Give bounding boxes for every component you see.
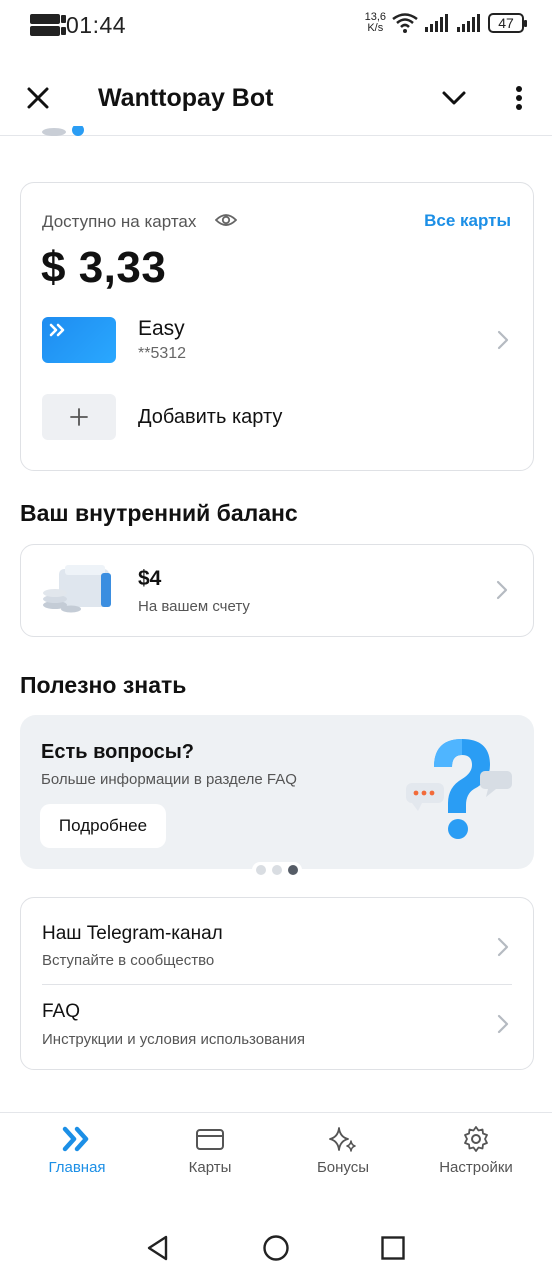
more-vertical-icon[interactable] (506, 82, 532, 114)
gear-icon (464, 1126, 488, 1152)
signal-icon-1 (425, 14, 448, 32)
banner-subtitle: Больше информации в разделе FAQ (41, 771, 297, 788)
cards-panel: Доступно на картах Все карты $ 3,33 Easy… (20, 182, 534, 471)
system-nav-bar (0, 1216, 552, 1280)
card-item-easy[interactable]: Easy **5312 (42, 317, 512, 365)
question-mark-icon (406, 739, 512, 839)
card-brand-chevrons-icon (49, 323, 65, 337)
internal-balance-title: Ваш внутренний баланс (20, 500, 298, 526)
net-speed-unit: K/s (367, 22, 384, 34)
link-title: Наш Telegram-канал (42, 923, 223, 944)
recents-square-icon[interactable] (379, 1234, 407, 1262)
wifi-badge-2-icon (30, 26, 66, 36)
plus-icon (70, 408, 88, 426)
add-card-label: Добавить карту (138, 406, 283, 428)
card-name: Easy (138, 317, 185, 340)
internal-balance-subtitle: На вашем счету (138, 598, 250, 615)
close-icon[interactable] (22, 82, 54, 114)
back-triangle-icon[interactable] (144, 1234, 172, 1262)
card-thumbnail (42, 317, 116, 363)
wifi-badge-1-icon (30, 14, 66, 24)
nav-item-cards[interactable]: Карты (144, 1113, 276, 1217)
battery-icon: 47 (488, 13, 527, 33)
links-list: Наш Telegram-канал Вступайте в сообществ… (20, 897, 534, 1070)
useful-section-title: Полезно знать (20, 672, 187, 698)
nav-label: Карты (188, 1159, 232, 1176)
available-label: Доступно на картах (42, 212, 197, 231)
details-button[interactable]: Подробнее (40, 804, 166, 848)
internal-balance-item[interactable]: $4 На вашем счету (20, 544, 534, 637)
status-time: 01:44 (66, 12, 127, 38)
internal-balance-amount: $4 (138, 567, 162, 590)
link-title: FAQ (42, 1001, 81, 1022)
signal-icon-2 (457, 14, 480, 32)
nav-label: Настройки (439, 1159, 513, 1176)
nav-item-settings[interactable]: Настройки (410, 1113, 542, 1217)
nav-item-home[interactable]: Главная (11, 1113, 143, 1217)
carousel-dot-1[interactable] (256, 865, 266, 875)
all-cards-link[interactable]: Все карты (424, 211, 511, 231)
wifi-icon (392, 13, 418, 33)
carousel-dot-2[interactable] (272, 865, 282, 875)
faq-link[interactable]: FAQ Инструкции и условия использования (42, 985, 512, 1065)
bottom-nav: Главная Карты Бонусы Настройки (0, 1112, 552, 1216)
home-chevrons-icon (62, 1126, 89, 1152)
card-icon (196, 1129, 224, 1150)
add-card-button[interactable]: Добавить карту (42, 394, 512, 442)
sim-badges (30, 14, 66, 38)
link-subtitle: Инструкции и условия использования (42, 1031, 306, 1048)
nav-label: Бонусы (316, 1159, 370, 1176)
chevron-right-icon (497, 937, 509, 957)
page-title: Wanttopay Bot (98, 84, 274, 112)
chevron-right-icon (496, 580, 508, 600)
telegram-channel-link[interactable]: Наш Telegram-канал Вступайте в сообществ… (42, 904, 512, 984)
card-number: **5312 (138, 345, 187, 362)
app-header: Wanttopay Bot (0, 56, 552, 136)
chevron-down-icon[interactable] (438, 86, 470, 110)
home-circle-icon[interactable] (262, 1234, 290, 1262)
carousel-dot-3[interactable] (288, 865, 298, 875)
status-indicators: 13,6 K/s 47 (365, 12, 527, 34)
add-card-thumbnail (42, 394, 116, 440)
carousel-dots[interactable] (252, 862, 302, 878)
net-speed: 13,6 K/s (365, 12, 386, 34)
scrolled-image-fragment (42, 126, 84, 136)
link-subtitle: Вступайте в сообщество (42, 952, 215, 969)
nav-label: Главная (48, 1159, 106, 1176)
eye-icon[interactable] (215, 211, 237, 229)
status-bar: 01:44 13,6 K/s 47 (0, 0, 552, 56)
banner-title: Есть вопросы? (41, 741, 195, 763)
chevron-right-icon (497, 1014, 509, 1034)
faq-banner[interactable]: Есть вопросы? Больше информации в раздел… (20, 715, 534, 869)
sparkles-icon (329, 1127, 356, 1152)
nav-item-bonuses[interactable]: Бонусы (277, 1113, 409, 1217)
cards-balance: $ 3,33 (41, 243, 167, 292)
chevron-right-icon (497, 330, 509, 350)
wallet-coins-icon (43, 565, 111, 613)
